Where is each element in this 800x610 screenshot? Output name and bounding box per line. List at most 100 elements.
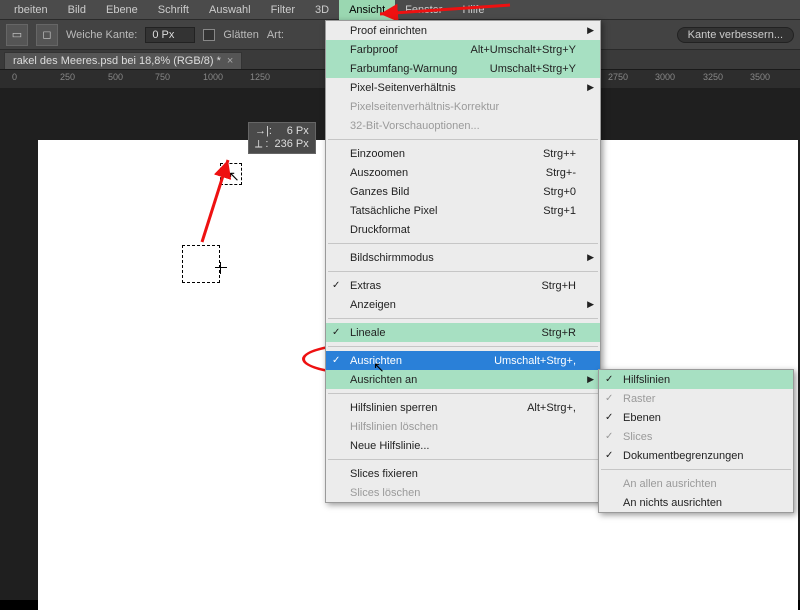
ansicht-menu-item[interactable]: Neue Hilfslinie...	[326, 436, 600, 455]
menu-item-label: Farbumfang-Warnung	[350, 63, 457, 75]
menu-item-label: Ebenen	[623, 412, 661, 424]
ausrichten-submenu-item[interactable]: An nichts ausrichten	[599, 493, 793, 512]
tool-preset-icon[interactable]: ▭	[6, 24, 28, 46]
info-val: 6 Px	[287, 125, 309, 138]
menu-ebene[interactable]: Ebene	[96, 0, 148, 20]
ruler-tick: 3000	[655, 72, 675, 82]
ansicht-menu-item[interactable]: Farbumfang-Warnung Umschalt+Strg+Y	[326, 59, 600, 78]
info-val: 236 Px	[274, 138, 308, 151]
menu-item-label: Extras	[350, 280, 381, 292]
ansicht-menu-item[interactable]: Ausrichten an▶	[326, 370, 600, 389]
ansicht-menu-item[interactable]: Proof einrichten▶	[326, 21, 600, 40]
menu-bearbeiten[interactable]: rbeiten	[4, 0, 58, 20]
menu-separator	[328, 318, 598, 319]
ruler-tick: 750	[155, 72, 170, 82]
chevron-right-icon: ▶	[587, 299, 594, 310]
ansicht-menu-item[interactable]: Druckformat	[326, 220, 600, 239]
menu-item-label: Druckformat	[350, 224, 410, 236]
smooth-checkbox[interactable]	[203, 29, 215, 41]
chevron-right-icon: ▶	[587, 252, 594, 263]
ansicht-menu-item[interactable]: Einzoomen Strg++	[326, 144, 600, 163]
menu-item-label: Tatsächliche Pixel	[350, 205, 437, 217]
menu-item-shortcut: Strg+-	[546, 167, 576, 179]
menu-fenster[interactable]: Fenster	[395, 0, 452, 20]
ausrichten-submenu-item[interactable]: Ebenen	[599, 408, 793, 427]
ansicht-menu-item[interactable]: Slices fixieren	[326, 464, 600, 483]
menu-item-label: An nichts ausrichten	[623, 497, 722, 509]
menu-item-label: Pixelseitenverhältnis-Korrektur	[350, 101, 499, 113]
chevron-right-icon: ▶	[587, 82, 594, 93]
menu-item-shortcut: Strg+H	[541, 280, 576, 292]
menu-item-label: Hilfslinien sperren	[350, 402, 437, 414]
ausrichten-submenu-item: Raster	[599, 389, 793, 408]
menu-item-label: Ganzes Bild	[350, 186, 409, 198]
menu-schrift[interactable]: Schrift	[148, 0, 199, 20]
menu-item-label: Farbproof	[350, 44, 398, 56]
menu-separator	[328, 393, 598, 394]
crosshair-cursor-icon	[215, 262, 227, 274]
ruler-tick: 250	[60, 72, 75, 82]
ruler-tick: 1250	[250, 72, 270, 82]
ansicht-menu-item[interactable]: Extras Strg+H	[326, 276, 600, 295]
ausrichten-an-submenu: Hilfslinien Raster Ebenen SlicesDokumentbeg…	[598, 369, 794, 513]
ausrichten-submenu-item: Slices	[599, 427, 793, 446]
ansicht-menu-item: Hilfslinien löschen	[326, 417, 600, 436]
ansicht-menu-item[interactable]: Auszoomen Strg+-	[326, 163, 600, 182]
ansicht-menu-item[interactable]: Anzeigen ▶	[326, 295, 600, 314]
menu-separator	[328, 139, 598, 140]
menu-item-label: Raster	[623, 393, 655, 405]
menu-3d[interactable]: 3D	[305, 0, 339, 20]
menu-item-label: Auszoomen	[350, 167, 408, 179]
chevron-right-icon: ▶	[587, 374, 594, 385]
document-tab-title: rakel des Meeres.psd bei 18,8% (RGB/8) *	[13, 55, 221, 67]
menu-item-label: Slices fixieren	[350, 468, 418, 480]
menu-auswahl[interactable]: Auswahl	[199, 0, 261, 20]
smooth-label: Glätten	[223, 29, 258, 41]
ansicht-menu-item[interactable]: Pixel-Seitenverhältnis▶	[326, 78, 600, 97]
document-tab[interactable]: rakel des Meeres.psd bei 18,8% (RGB/8) *…	[4, 52, 242, 69]
ansicht-menu-item[interactable]: FarbproofAlt+Umschalt+Strg+Y	[326, 40, 600, 59]
improve-edge-button[interactable]: Kante verbessern...	[677, 27, 794, 43]
menu-item-label: An allen ausrichten	[623, 478, 717, 490]
arrow-cursor-icon: ↖	[228, 168, 240, 185]
menu-item-label: Einzoomen	[350, 148, 405, 160]
ansicht-menu-item[interactable]: Lineale Strg+R	[326, 323, 600, 342]
ansicht-menu-item[interactable]: Tatsächliche PixelStrg+1	[326, 201, 600, 220]
menu-item-shortcut: Strg+R	[541, 327, 576, 339]
menu-item-shortcut: Umschalt+Strg+Y	[490, 63, 576, 75]
menu-hilfe[interactable]: Hilfe	[452, 0, 494, 20]
arrow-cursor-icon: ↖	[373, 359, 385, 376]
marquee-new-icon[interactable]: ◻	[36, 24, 58, 46]
menu-separator	[328, 271, 598, 272]
ausrichten-submenu-item[interactable]: Dokumentbegrenzungen	[599, 446, 793, 465]
menu-ansicht[interactable]: Ansicht	[339, 0, 395, 20]
menu-item-shortcut: Strg++	[543, 148, 576, 160]
menubar: rbeiten Bild Ebene Schrift Auswahl Filte…	[0, 0, 800, 20]
menu-item-shortcut: Strg+0	[543, 186, 576, 198]
ausrichten-submenu-item[interactable]: Hilfslinien	[599, 370, 793, 389]
menu-item-shortcut: Umschalt+Strg+,	[494, 355, 576, 367]
ansicht-menu-item[interactable]: AusrichtenUmschalt+Strg+,	[326, 351, 600, 370]
ansicht-menu-item: Slices löschen	[326, 483, 600, 502]
chevron-right-icon: ▶	[587, 25, 594, 36]
menu-filter[interactable]: Filter	[261, 0, 305, 20]
transform-info-tooltip: →|:6 Px ⟂ :236 Px	[248, 122, 316, 154]
ansicht-menu-item[interactable]: Ganzes Bild Strg+0	[326, 182, 600, 201]
menu-bild[interactable]: Bild	[58, 0, 96, 20]
ansicht-menu-item[interactable]: Bildschirmmodus▶	[326, 248, 600, 267]
menu-item-label: Neue Hilfslinie...	[350, 440, 429, 452]
ansicht-menu-item[interactable]: Hilfslinien sperrenAlt+Strg+,	[326, 398, 600, 417]
ruler-tick: 1000	[203, 72, 223, 82]
ruler-tick: 2750	[608, 72, 628, 82]
menu-item-label: Lineale	[350, 327, 385, 339]
close-icon[interactable]: ×	[227, 55, 233, 67]
type-label: Art:	[267, 29, 284, 41]
menu-item-label: Anzeigen	[350, 299, 396, 311]
menu-separator	[601, 469, 791, 470]
menu-separator	[328, 243, 598, 244]
menu-item-label: 32-Bit-Vorschauoptionen...	[350, 120, 480, 132]
info-key: →|:	[255, 125, 272, 138]
soft-edge-field[interactable]: 0 Px	[145, 27, 195, 43]
menu-item-label: Hilfslinien	[623, 374, 670, 386]
menu-item-label: Hilfslinien löschen	[350, 421, 438, 433]
